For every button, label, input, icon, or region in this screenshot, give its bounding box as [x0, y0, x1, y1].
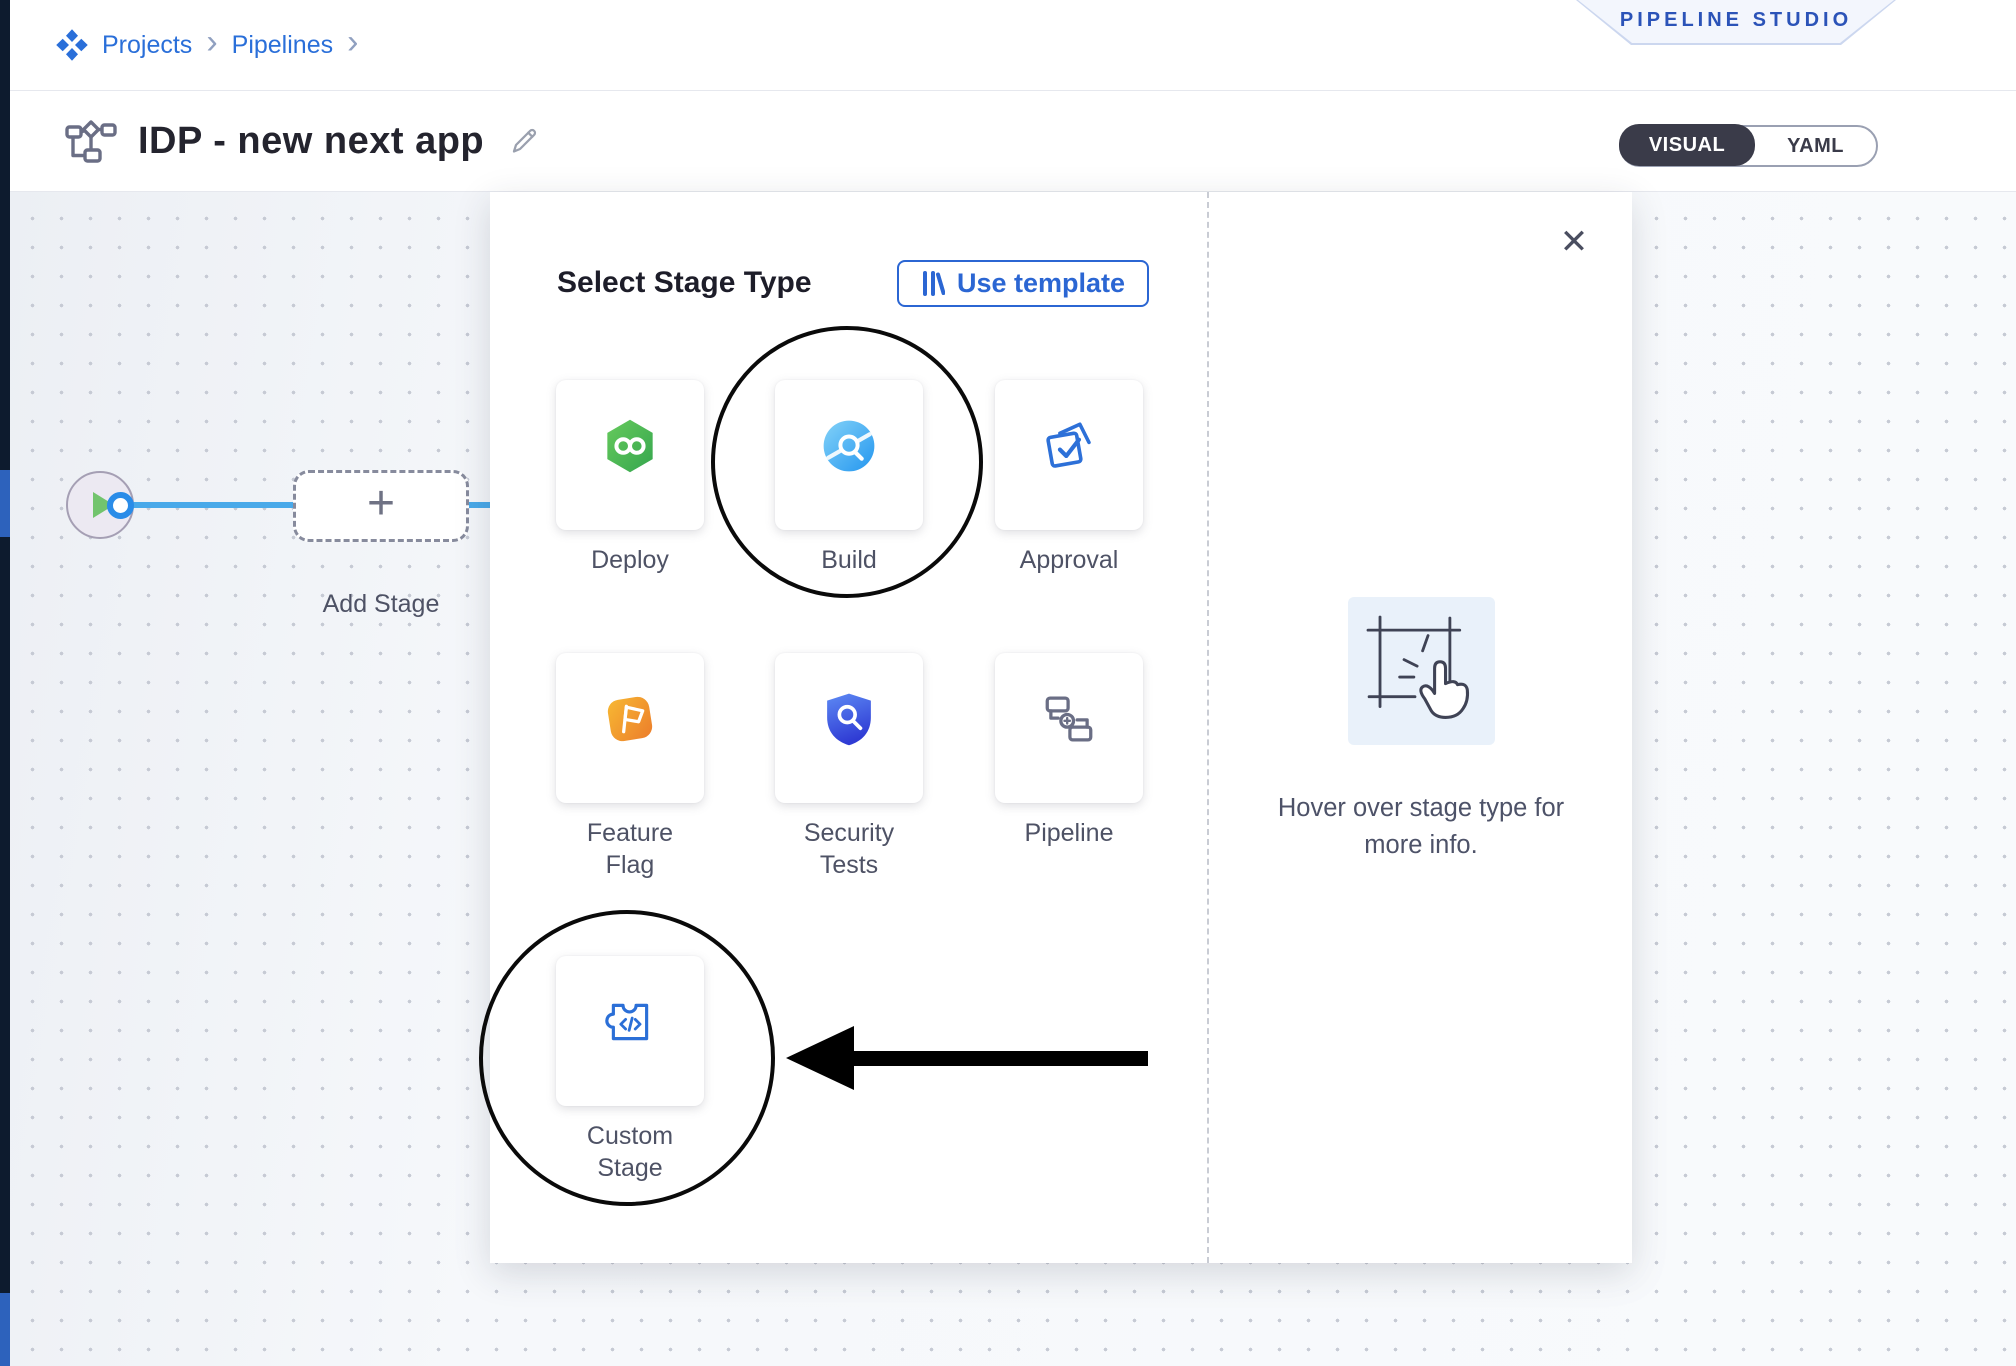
dialog-title: Select Stage Type — [557, 266, 812, 300]
stage-type-build[interactable]: Build — [775, 380, 923, 576]
pipeline-studio-screen: Projects › Pipelines › PIPELINE STUDIO I… — [0, 0, 2016, 1366]
feature-flag-icon — [601, 690, 659, 748]
toggle-option-yaml[interactable]: YAML — [1755, 135, 1876, 158]
breadcrumb: Projects › Pipelines › — [54, 27, 360, 63]
add-stage-label: Add Stage — [293, 590, 469, 619]
security-tests-icon — [821, 690, 877, 748]
hand-click-sketch-icon — [1356, 605, 1487, 736]
stage-type-pipeline[interactable]: Pipeline — [995, 653, 1143, 849]
breadcrumb-link-projects[interactable]: Projects — [102, 31, 192, 60]
breadcrumb-link-pipelines[interactable]: Pipelines — [232, 31, 333, 60]
stage-type-feature-flag[interactable]: Feature Flag — [556, 653, 704, 881]
approval-icon — [1040, 417, 1098, 475]
use-template-button[interactable]: Use template — [897, 260, 1149, 307]
custom-stage-icon — [602, 994, 658, 1050]
pipeline-studio-badge: PIPELINE STUDIO — [1576, 0, 1896, 45]
select-stage-type-dialog: Select Stage Type Use template ✕ Deploy — [490, 192, 1632, 1263]
title-bar: IDP - new next app VISUAL YAML — [10, 91, 2016, 192]
plus-icon: + — [367, 476, 395, 531]
use-template-label: Use template — [957, 268, 1125, 299]
edit-pencil-icon[interactable] — [508, 125, 540, 157]
stage-type-custom-stage[interactable]: Custom Stage — [556, 956, 704, 1184]
left-nav-strip[interactable] — [0, 0, 10, 1366]
breadcrumb-separator: › — [345, 32, 360, 58]
projects-logo-icon — [54, 27, 90, 63]
toggle-option-visual[interactable]: VISUAL — [1619, 124, 1755, 166]
stage-type-approval[interactable]: Approval — [995, 380, 1143, 576]
node-output-port — [107, 492, 134, 519]
pipeline-icon — [1040, 690, 1098, 748]
hover-hint-illustration — [1348, 597, 1495, 745]
visual-yaml-toggle: VISUAL YAML — [1619, 125, 1878, 167]
connector-line — [126, 502, 296, 508]
breadcrumb-separator: › — [204, 32, 219, 58]
template-library-icon — [921, 270, 945, 297]
stage-info-panel: Hover over stage type for more info. — [1207, 192, 1632, 1263]
stage-type-security-tests[interactable]: Security Tests — [775, 653, 923, 881]
hover-hint-text: Hover over stage type for more info. — [1251, 790, 1591, 864]
stage-type-deploy[interactable]: Deploy — [556, 380, 704, 576]
nav-strip-active-indicator — [0, 470, 10, 537]
page-title: IDP - new next app — [138, 120, 484, 163]
add-stage-node[interactable]: + — [293, 470, 469, 542]
pipeline-flowchart-icon — [64, 118, 118, 164]
build-icon — [820, 417, 878, 475]
nav-strip-bottom-indicator — [0, 1293, 10, 1366]
pipeline-studio-badge-label: PIPELINE STUDIO — [1620, 9, 1852, 36]
deploy-icon — [601, 417, 659, 475]
